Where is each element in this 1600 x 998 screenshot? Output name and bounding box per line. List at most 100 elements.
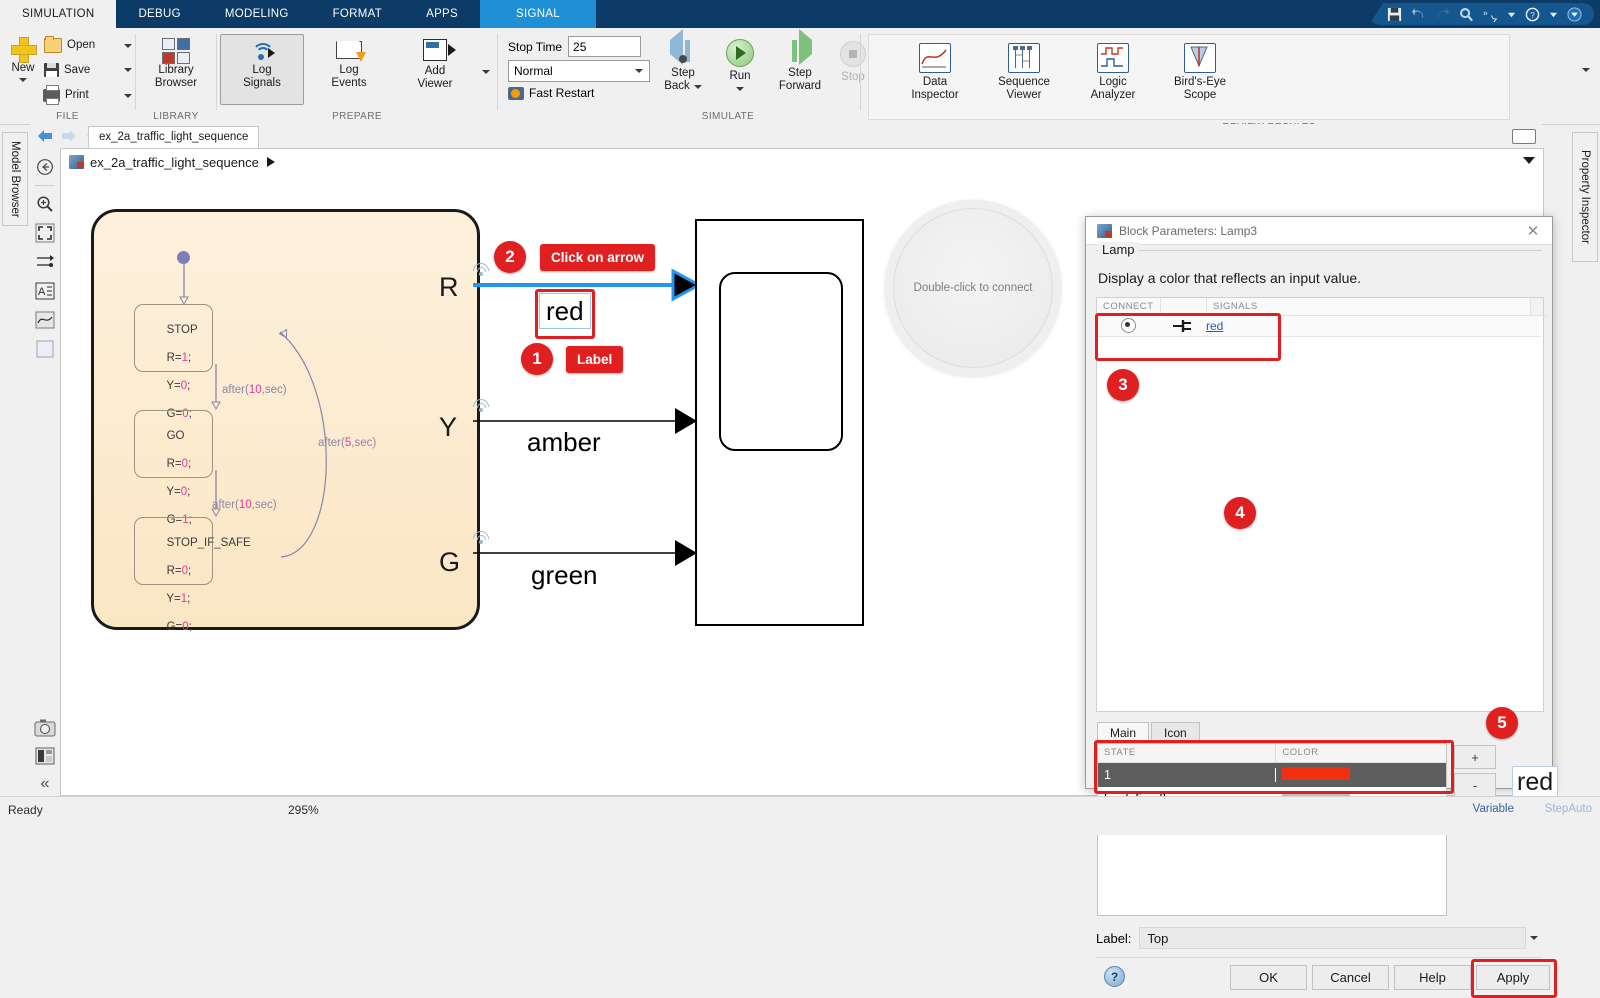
logic-analyzer-button[interactable]: Logic Analyzer	[1072, 43, 1154, 102]
cancel-button[interactable]: Cancel	[1312, 965, 1389, 990]
tab-apps[interactable]: APPS	[404, 0, 480, 28]
blank-block-icon[interactable]	[32, 336, 58, 362]
simulation-mode-select[interactable]: Normal	[508, 60, 650, 82]
tab-simulation[interactable]: SIMULATION	[0, 0, 116, 28]
chevron-down-icon[interactable]	[124, 94, 132, 98]
minimize-ribbon-icon[interactable]	[1567, 7, 1582, 22]
lamp-subsystem-block[interactable]	[695, 219, 864, 626]
status-zoom-label[interactable]: 295%	[288, 803, 319, 817]
log-events-button[interactable]: Log Events	[310, 41, 388, 90]
remove-state-button[interactable]: -	[1454, 773, 1496, 797]
tab-debug[interactable]: DEBUG	[116, 0, 202, 28]
property-inspector-tab[interactable]: Property Inspector	[1572, 132, 1598, 262]
layout-icon[interactable]	[32, 743, 58, 769]
tab-modeling[interactable]: MODELING	[203, 0, 311, 28]
dialog-title-bar[interactable]: Block Parameters: Lamp3 ✕	[1086, 217, 1552, 245]
help-button[interactable]: Help	[1394, 965, 1471, 990]
open-button[interactable]: Open	[44, 38, 132, 53]
chevron-down-icon[interactable]	[1549, 10, 1558, 19]
state-color-row-1[interactable]: 1	[1098, 763, 1446, 787]
stateflow-chart[interactable]: STOP R=1; Y=0; G=0; GO R=0; Y=0; G=1; ST…	[91, 209, 480, 630]
help-icon[interactable]: ?	[1525, 7, 1540, 22]
step-forward-button[interactable]: Step Forward	[768, 40, 832, 93]
lamp-subsystem-inner-block[interactable]	[719, 272, 843, 451]
chevron-down-icon[interactable]	[19, 78, 27, 82]
log-signals-button[interactable]: Log Signals	[220, 34, 304, 105]
logic-analyzer-label-1: Logic	[1099, 76, 1127, 89]
label-value: Top	[1147, 931, 1168, 946]
signal-label-amber[interactable]: amber	[527, 427, 601, 458]
stop-time-input[interactable]	[568, 36, 641, 57]
step-back-button[interactable]: Step Back	[655, 40, 711, 93]
connect-radio[interactable]	[1121, 318, 1136, 333]
redo-icon[interactable]	[1435, 7, 1450, 22]
tab-format[interactable]: FORMAT	[311, 0, 405, 28]
floating-signal-name[interactable]: red	[1512, 766, 1558, 798]
chevron-down-icon[interactable]	[694, 85, 702, 89]
tab-main[interactable]: Main	[1097, 722, 1149, 744]
ok-button[interactable]: OK	[1230, 965, 1307, 990]
signals-row[interactable]: red	[1097, 315, 1541, 336]
print-button[interactable]: Print	[43, 89, 132, 102]
annotation-icon[interactable]: A	[32, 278, 58, 304]
sequence-viewer-button[interactable]: Sequence Viewer	[979, 43, 1069, 102]
zoom-in-icon[interactable]	[32, 191, 58, 217]
transition-label-1[interactable]: after(10,sec)	[222, 384, 287, 396]
new-button[interactable]: New	[6, 36, 40, 82]
run-button[interactable]: Run	[713, 39, 767, 91]
status-solver-label-2[interactable]: StepAuto	[1545, 803, 1592, 815]
chevron-down-icon[interactable]	[124, 44, 132, 48]
add-state-button[interactable]: +	[1454, 745, 1496, 769]
signal-label-green[interactable]: green	[531, 560, 598, 591]
chevron-down-icon[interactable]	[635, 69, 643, 73]
undo-icon[interactable]	[1411, 7, 1426, 22]
library-browser-button[interactable]: Library Browser	[148, 38, 204, 90]
signal-routing-icon[interactable]	[32, 249, 58, 275]
add-viewer-button[interactable]: Add Viewer	[396, 39, 474, 91]
model-tab[interactable]: ex_2a_traffic_light_sequence	[88, 126, 259, 148]
transition-label-3[interactable]: after(5,sec)	[318, 437, 376, 449]
search-icon[interactable]	[1459, 7, 1474, 22]
chevron-down-icon[interactable]	[1507, 10, 1516, 19]
signal-link-red[interactable]: red	[1206, 319, 1223, 333]
block-parameters-dialog[interactable]: Block Parameters: Lamp3 ✕ Lamp Display a…	[1085, 216, 1553, 789]
keyboard-shortcuts-icon[interactable]	[1512, 129, 1536, 144]
birds-eye-scope-button[interactable]: Bird's-Eye Scope	[1154, 43, 1246, 102]
close-icon[interactable]: ✕	[1524, 222, 1542, 240]
breadcrumb-dropdown-icon[interactable]	[1523, 157, 1535, 164]
navigate-up-icon[interactable]	[32, 154, 58, 180]
tab-signal[interactable]: SIGNAL	[480, 0, 596, 28]
prepare-more-icon[interactable]	[482, 70, 490, 74]
data-inspector-button[interactable]: Data Inspector	[893, 43, 977, 102]
label-select[interactable]: Top	[1139, 927, 1526, 949]
scope-preview-icon[interactable]	[32, 307, 58, 333]
fit-to-view-icon[interactable]	[32, 220, 58, 246]
save-button[interactable]: Save	[44, 63, 132, 77]
chart-output-r: R	[439, 272, 459, 303]
chevron-down-icon[interactable]	[124, 68, 132, 72]
breadcrumb-label[interactable]: ex_2a_traffic_light_sequence	[90, 155, 259, 170]
save-icon[interactable]	[1387, 7, 1402, 22]
state-go[interactable]: GO R=0; Y=0; G=1;	[134, 410, 213, 478]
state-color-row-1-swatch[interactable]	[1282, 767, 1350, 780]
signal-label-red[interactable]: red	[539, 293, 591, 329]
data-inspector-label-1: Data	[923, 76, 947, 89]
ribbon-expand-icon[interactable]	[1582, 68, 1590, 72]
shortcuts-icon[interactable]: »	[1483, 7, 1498, 22]
chevron-down-icon[interactable]	[1526, 928, 1542, 948]
collapse-toolbar-icon[interactable]: «	[32, 771, 58, 797]
breadcrumb-chevron-icon[interactable]	[267, 157, 275, 167]
back-icon[interactable]	[34, 126, 56, 146]
snapshot-icon[interactable]	[32, 715, 58, 741]
transition-label-2[interactable]: after(10,sec)	[212, 499, 277, 511]
apply-button[interactable]: Apply	[1476, 965, 1550, 990]
tab-icon[interactable]: Icon	[1151, 722, 1200, 744]
state-stop[interactable]: STOP R=1; Y=0; G=0;	[134, 304, 213, 372]
help-icon[interactable]: ?	[1104, 966, 1125, 987]
lamp-connect-circle[interactable]: Double-click to connect	[885, 200, 1061, 376]
model-browser-tab[interactable]: Model Browser	[2, 132, 28, 226]
fast-restart-button[interactable]: Fast Restart	[508, 86, 594, 100]
state-stop-if-safe[interactable]: STOP_IF_SAFE R=0; Y=1; G=0;	[134, 517, 213, 585]
chevron-down-icon[interactable]	[736, 87, 744, 91]
status-solver-label-1[interactable]: Variable	[1473, 803, 1514, 815]
